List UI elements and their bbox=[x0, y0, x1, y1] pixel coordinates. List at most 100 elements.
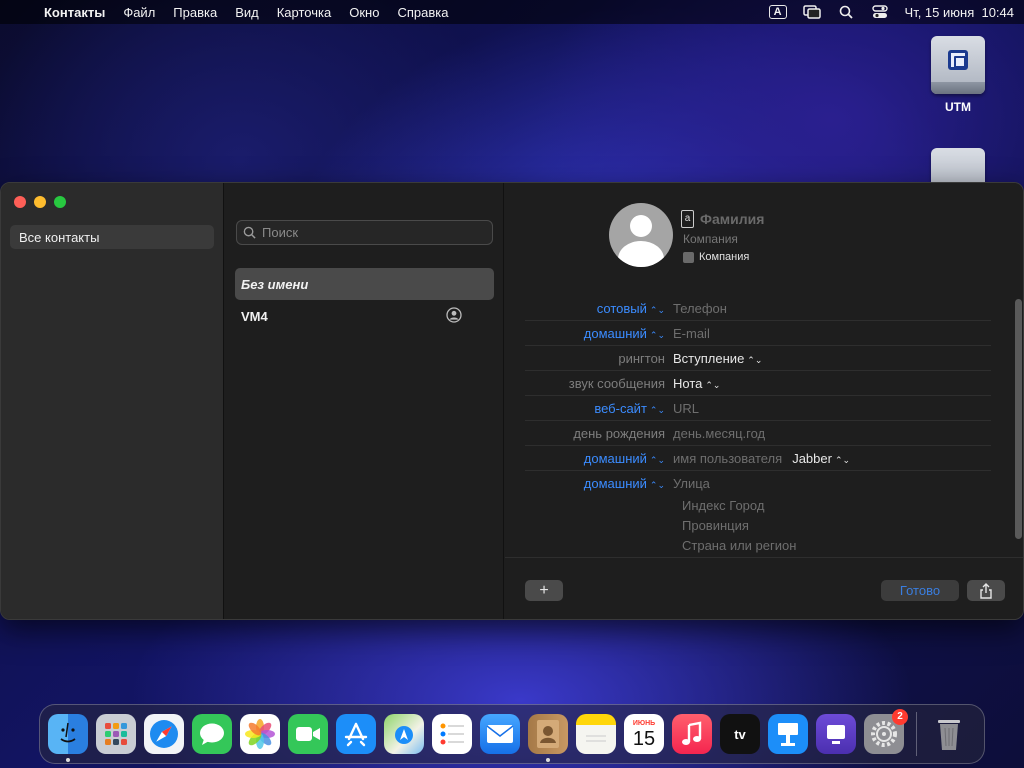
message-bubble-icon bbox=[200, 723, 224, 745]
field-row-birthday: день рождения день.месяц.год bbox=[525, 421, 991, 446]
phone-field[interactable]: Телефон bbox=[673, 301, 727, 316]
postal-city-field[interactable]: Индекс Город bbox=[682, 496, 796, 516]
utm-icon bbox=[827, 725, 845, 744]
dock-system-settings[interactable]: 2 bbox=[864, 709, 908, 754]
trash-icon bbox=[938, 720, 960, 750]
search-icon bbox=[243, 226, 256, 239]
company-checkbox-row[interactable]: Компания bbox=[683, 251, 764, 263]
zoom-button[interactable] bbox=[54, 196, 66, 208]
menu-edit[interactable]: Правка bbox=[173, 5, 217, 20]
birthday-label: день рождения bbox=[573, 425, 665, 441]
sidebar-item-all-contacts[interactable]: Все контакты bbox=[10, 225, 214, 249]
disk-icon bbox=[931, 36, 985, 94]
dock-messages[interactable] bbox=[192, 714, 232, 754]
menu-help[interactable]: Справка bbox=[397, 5, 448, 20]
im-service-popup[interactable]: Jabber ⌃⌄ bbox=[792, 451, 850, 466]
minimize-button[interactable] bbox=[34, 196, 46, 208]
avatar[interactable] bbox=[609, 203, 673, 267]
email-field[interactable]: E-mail bbox=[673, 326, 710, 341]
search-field[interactable] bbox=[236, 220, 493, 245]
name-area: a Фамилия Компания Компания bbox=[681, 210, 764, 263]
my-card-icon bbox=[446, 306, 462, 326]
url-field[interactable]: URL bbox=[673, 401, 699, 416]
screen-mirroring-icon[interactable] bbox=[802, 4, 821, 20]
dock-trash[interactable] bbox=[929, 714, 969, 754]
dock-separator bbox=[916, 712, 917, 756]
list-item[interactable]: Без имени bbox=[235, 268, 494, 300]
dock-launchpad[interactable] bbox=[96, 714, 136, 754]
envelope-icon bbox=[486, 725, 514, 743]
company-checkbox-label: Компания bbox=[699, 251, 750, 263]
dock-reminders[interactable] bbox=[432, 714, 472, 754]
dock-keynote[interactable] bbox=[768, 714, 808, 754]
ringtone-popup[interactable]: Вступление ⌃⌄ bbox=[673, 351, 762, 366]
menu-bar: Контакты Файл Правка Вид Карточка Окно С… bbox=[0, 0, 1024, 24]
scrollbar[interactable] bbox=[1015, 299, 1022, 539]
field-label-dropdown[interactable]: домашний ⌃⌄ bbox=[525, 476, 673, 491]
company-field[interactable]: Компания bbox=[683, 232, 764, 246]
video-camera-icon bbox=[296, 727, 320, 741]
add-field-button[interactable]: + bbox=[525, 580, 563, 601]
field-label-dropdown[interactable]: сотовый ⌃⌄ bbox=[525, 301, 673, 316]
dock-music[interactable] bbox=[672, 714, 712, 754]
menu-view[interactable]: Вид bbox=[235, 5, 259, 20]
dock-mail[interactable] bbox=[480, 714, 520, 754]
desktop-second-drive[interactable] bbox=[918, 148, 998, 182]
notes-icon bbox=[586, 735, 606, 742]
dock-facetime[interactable] bbox=[288, 714, 328, 754]
done-button[interactable]: Готово bbox=[881, 580, 959, 601]
control-center-icon[interactable] bbox=[871, 4, 889, 20]
contacts-window: Все контакты Без имени VM4 a Фамилия Ком… bbox=[0, 182, 1024, 620]
list-item[interactable]: VM4 bbox=[235, 300, 494, 332]
detail-footer: + Готово bbox=[505, 557, 1023, 619]
last-name-field[interactable]: Фамилия bbox=[700, 211, 764, 227]
sidebar: Все контакты bbox=[1, 183, 224, 619]
field-label-dropdown[interactable]: домашний ⌃⌄ bbox=[525, 326, 673, 341]
dock-photos[interactable] bbox=[240, 714, 280, 754]
field-row-phone: сотовый ⌃⌄ Телефон bbox=[525, 296, 991, 321]
menu-window[interactable]: Окно bbox=[349, 5, 379, 20]
dock-calendar[interactable]: ИЮНЬ 15 bbox=[624, 714, 664, 754]
calendar-day: 15 bbox=[632, 727, 656, 750]
close-button[interactable] bbox=[14, 196, 26, 208]
address-lines: Индекс Город Провинция Страна или регион bbox=[682, 496, 796, 556]
dock: ИЮНЬ 15 tv 2 bbox=[39, 704, 985, 764]
contacts-book-icon bbox=[537, 720, 559, 748]
menu-file[interactable]: Файл bbox=[123, 5, 155, 20]
contact-name: Без имени bbox=[241, 276, 309, 292]
ringtone-label: рингтон bbox=[618, 350, 665, 366]
field-row-address: домашний ⌃⌄ Улица bbox=[525, 471, 991, 496]
menu-card[interactable]: Карточка bbox=[277, 5, 331, 20]
spotlight-search-icon[interactable] bbox=[837, 4, 855, 20]
province-field[interactable]: Провинция bbox=[682, 516, 796, 536]
field-label-dropdown[interactable]: веб-сайт ⌃⌄ bbox=[525, 401, 673, 416]
im-username-field[interactable]: имя пользователя bbox=[673, 451, 782, 466]
map-pin-icon bbox=[395, 726, 413, 744]
search-input[interactable] bbox=[262, 225, 462, 240]
desktop-utm-drive[interactable]: UTM bbox=[918, 36, 998, 114]
field-label-dropdown[interactable]: домашний ⌃⌄ bbox=[525, 451, 673, 466]
dock-notes[interactable] bbox=[576, 714, 616, 754]
dock-finder[interactable] bbox=[48, 714, 88, 762]
app-store-icon bbox=[344, 722, 368, 747]
input-source-indicator[interactable]: A bbox=[768, 5, 787, 19]
menu-clock[interactable]: Чт, 15 июня 10:44 bbox=[905, 5, 1014, 20]
dock-maps[interactable] bbox=[384, 714, 424, 754]
calendar-month: ИЮНЬ bbox=[632, 719, 656, 727]
contacts-list-pane: Без имени VM4 bbox=[225, 183, 504, 619]
dock-utm[interactable] bbox=[816, 714, 856, 754]
dock-app-store[interactable] bbox=[336, 714, 376, 754]
field-row-im: домашний ⌃⌄ имя пользователя Jabber ⌃⌄ bbox=[525, 446, 991, 471]
contact-name: VM4 bbox=[241, 308, 268, 324]
dock-contacts[interactable] bbox=[528, 714, 568, 762]
street-field[interactable]: Улица bbox=[673, 476, 710, 491]
dock-tv[interactable]: tv bbox=[720, 714, 760, 754]
text-tone-popup[interactable]: Нота ⌃⌄ bbox=[673, 376, 720, 391]
share-button[interactable] bbox=[967, 580, 1005, 601]
country-field[interactable]: Страна или регион bbox=[682, 536, 796, 556]
window-controls bbox=[14, 196, 66, 208]
company-checkbox[interactable] bbox=[683, 251, 694, 263]
dock-safari[interactable] bbox=[144, 714, 184, 754]
birthday-field[interactable]: день.месяц.год bbox=[673, 426, 765, 441]
menu-app-name[interactable]: Контакты bbox=[44, 5, 105, 20]
